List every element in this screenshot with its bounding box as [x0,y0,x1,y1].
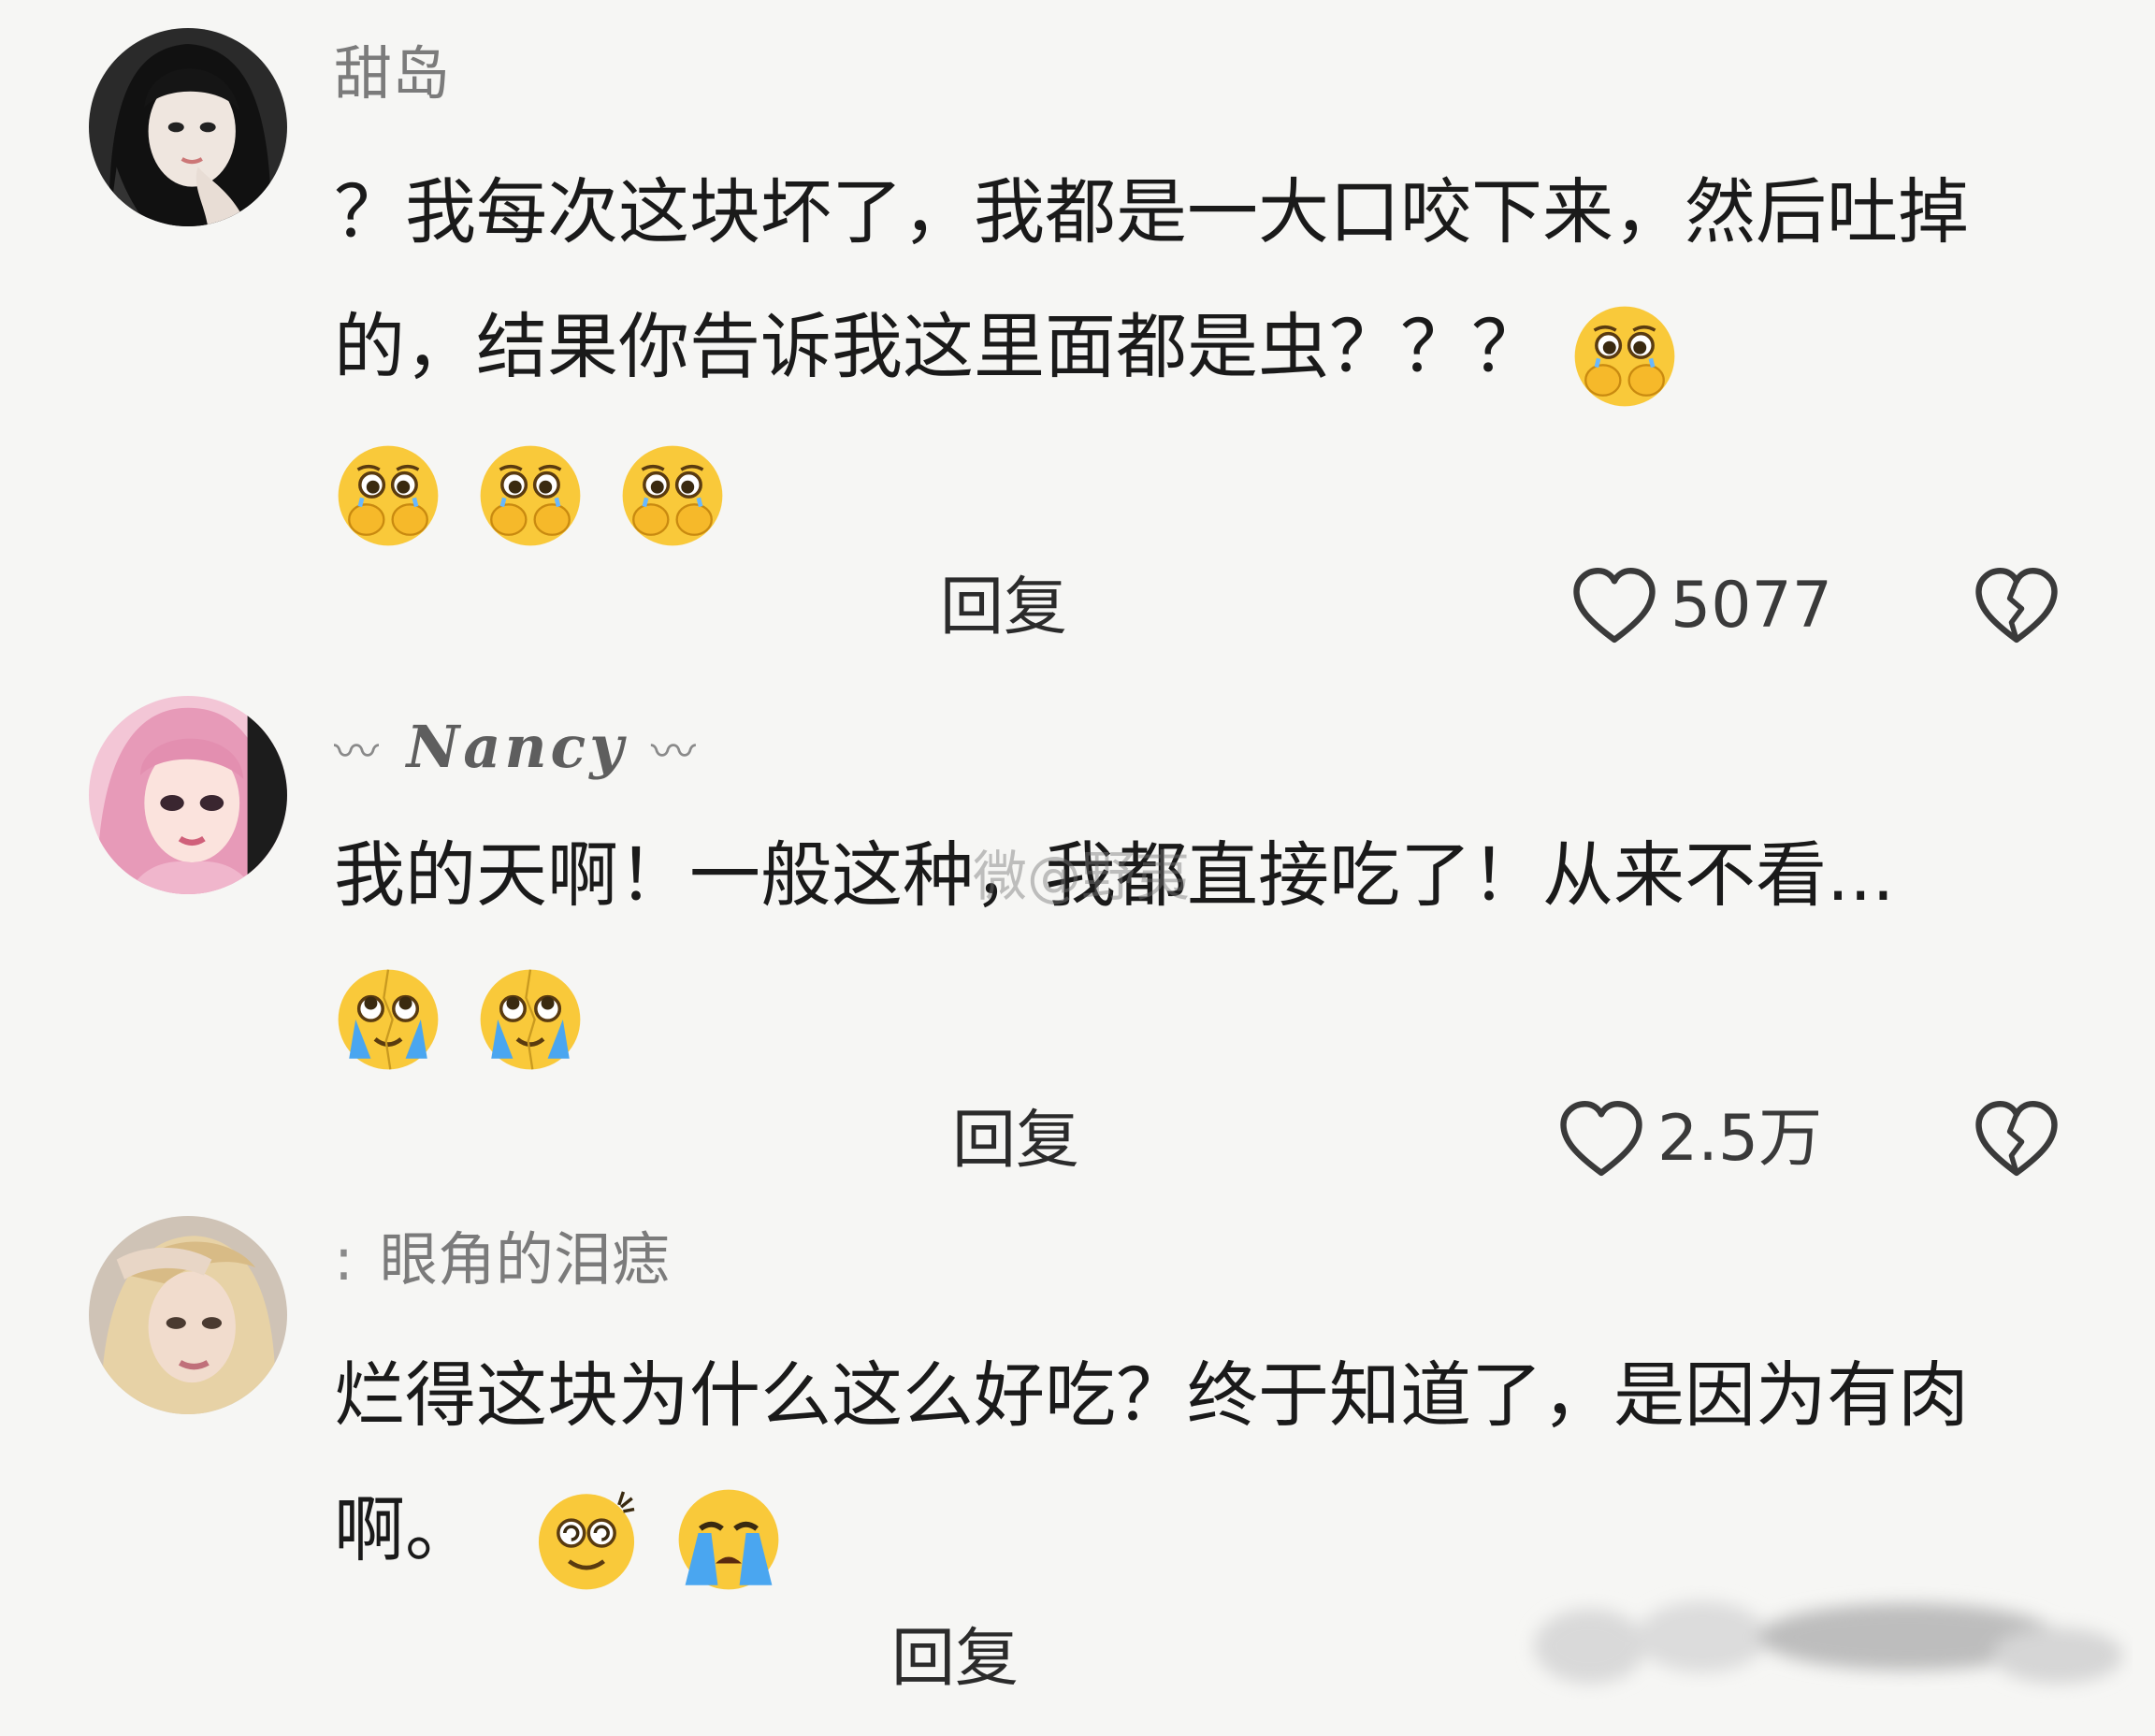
crying-eyes-up-emoji [476,965,585,1074]
pleading-hands-face-emoji [1570,302,1679,411]
emoji-group [1542,284,1690,419]
like-count: 5077 [1670,569,1833,643]
username[interactable]: 甜岛 [334,45,450,103]
like-button[interactable]: 5077 [1571,567,1832,645]
comment-actions: 回复 2.5万 [0,1094,2155,1188]
comment-text: ？我每次这块坏了，我都是一大口咬下来，然后吐掉的，结果你告诉我这里面都是虫？？？ [334,145,2074,558]
emoji-group [334,424,738,558]
username-text: Nancy [406,713,628,781]
comment-body: ？我每次这块坏了，我都是一大口咬下来，然后吐掉的，结果你告诉我这里面都是虫？？？ [334,170,1969,388]
reply-button[interactable]: 回复 [891,1628,1019,1691]
watermark: 微@野夷 [973,845,1191,908]
emoji-group [334,948,596,1082]
dizzy-smile-emoji [532,1485,641,1594]
avatar[interactable] [89,696,287,894]
dislike-button[interactable] [1974,567,2060,645]
username-decoration: 〰 [334,726,383,778]
pleading-hands-face-emoji [618,441,727,550]
username-text: 眼角的泪痣 [379,1225,670,1294]
username-prefix: : [334,1225,354,1294]
like-count: 2.5万 [1657,1102,1823,1176]
comment-text: 我的天啊！一般这种，我都直接吃了！从来不看... [334,808,2074,1082]
pleading-hands-face-emoji [476,441,585,550]
username-decoration: 〰 [650,726,700,778]
reply-button[interactable]: 回复 [940,576,1067,640]
username[interactable]: : 眼角的泪痣 [334,1231,670,1289]
broken-heart-icon [1975,568,2058,644]
heart-outline-icon [1573,568,1656,644]
emoji-group [532,1468,794,1602]
pleading-hands-face-emoji [334,441,442,550]
dislike-button[interactable] [1974,1100,2060,1179]
broken-heart-icon [1975,1101,2058,1177]
like-button[interactable]: 2.5万 [1558,1100,1822,1179]
heart-outline-icon [1560,1101,1642,1177]
avatar[interactable] [89,28,287,226]
crying-eyes-up-emoji [334,965,442,1074]
comment-actions: 回复 5077 [0,561,2155,655]
avatar[interactable] [89,1216,287,1414]
blurred-watermark [1515,1571,2133,1712]
comment-text: 烂得这块为什么这么好吃？终于知道了，是因为有肉啊。 [334,1328,2074,1602]
username[interactable]: 〰 Nancy 〰 [334,718,700,776]
reply-button[interactable]: 回复 [952,1109,1079,1173]
loudly-crying-emoji [674,1485,783,1594]
